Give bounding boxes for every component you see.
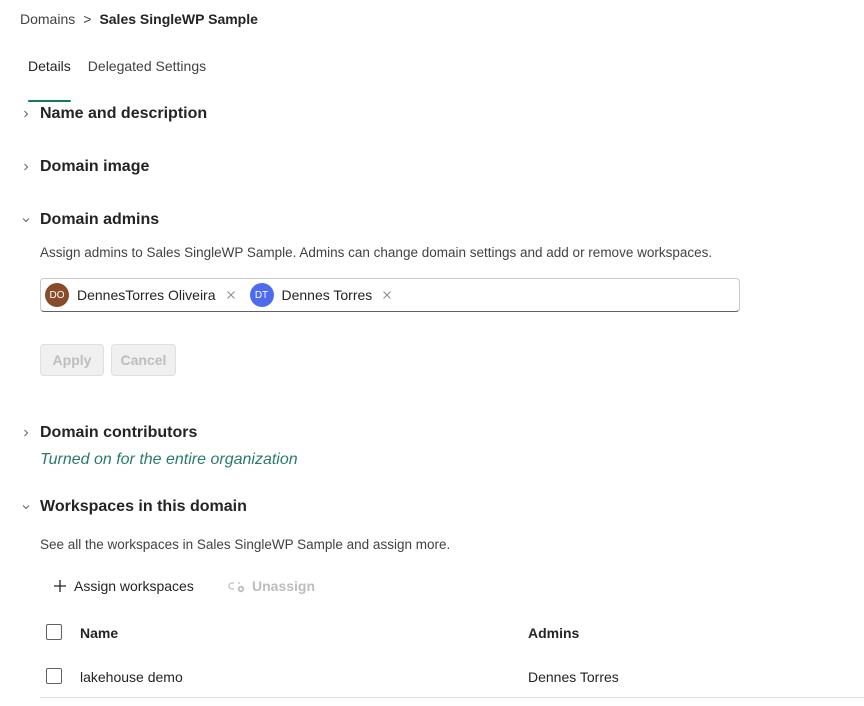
section-domain-image-header[interactable]: Domain image [20, 158, 149, 176]
section-domain-contributors-header[interactable]: Domain contributors [20, 424, 197, 442]
column-header-admins[interactable]: Admins [528, 625, 579, 641]
admin-chip: DT Dennes Torres [249, 282, 399, 308]
section-workspaces-header[interactable]: Workspaces in this domain [20, 498, 247, 516]
chevron-down-icon [20, 214, 32, 226]
apply-button[interactable]: Apply [40, 344, 104, 376]
breadcrumb-current: Sales SingleWP Sample [99, 11, 258, 27]
unassign-label: Unassign [252, 578, 316, 594]
breadcrumb-separator: > [83, 11, 92, 27]
unassign-button[interactable]: Unassign [228, 578, 315, 594]
select-all-checkbox[interactable] [46, 624, 62, 640]
remove-icon[interactable] [382, 290, 392, 300]
domain-admins-description: Assign admins to Sales SingleWP Sample. … [40, 245, 713, 260]
admin-chip: DO DennesTorres Oliveira [45, 282, 242, 308]
workspace-admins-cell: Dennes Torres [528, 669, 619, 685]
tab-list: Details Delegated Settings [28, 58, 223, 102]
chevron-right-icon [20, 161, 32, 173]
section-domain-admins-header[interactable]: Domain admins [20, 211, 159, 229]
chevron-down-icon [20, 501, 32, 513]
unlink-icon [228, 578, 246, 594]
section-title: Domain contributors [40, 424, 198, 441]
contributors-status: Turned on for the entire organization [40, 451, 298, 468]
row-checkbox[interactable] [46, 668, 62, 684]
table-row-divider [40, 697, 864, 698]
breadcrumb: Domains > Sales SingleWP Sample [20, 11, 258, 27]
assign-workspaces-button[interactable]: Assign workspaces [52, 578, 194, 594]
avatar: DT [249, 283, 274, 307]
workspaces-description: See all the workspaces in Sales SingleWP… [40, 537, 451, 552]
assign-workspaces-label: Assign workspaces [74, 578, 194, 594]
tab-details[interactable]: Details [28, 58, 71, 102]
admin-name: Dennes Torres [281, 287, 373, 303]
admin-name: DennesTorres Oliveira [77, 287, 216, 303]
cancel-button[interactable]: Cancel [111, 344, 176, 376]
chevron-right-icon [20, 427, 32, 439]
avatar: DO [45, 283, 69, 307]
add-icon [52, 578, 68, 594]
section-title: Domain admins [40, 211, 160, 228]
workspace-name-cell[interactable]: lakehouse demo [80, 669, 183, 685]
section-title: Workspaces in this domain [40, 498, 247, 515]
remove-icon[interactable] [226, 290, 236, 300]
section-name-description-header[interactable]: Name and description [20, 105, 207, 123]
section-title: Name and description [40, 105, 208, 122]
tab-delegated-settings[interactable]: Delegated Settings [88, 58, 206, 89]
breadcrumb-domains-link[interactable]: Domains [20, 11, 75, 27]
section-title: Domain image [40, 158, 150, 175]
chevron-right-icon [20, 108, 32, 120]
column-header-name[interactable]: Name [80, 625, 118, 641]
admins-people-picker[interactable]: DO DennesTorres Oliveira DT Dennes Torre… [40, 278, 740, 312]
